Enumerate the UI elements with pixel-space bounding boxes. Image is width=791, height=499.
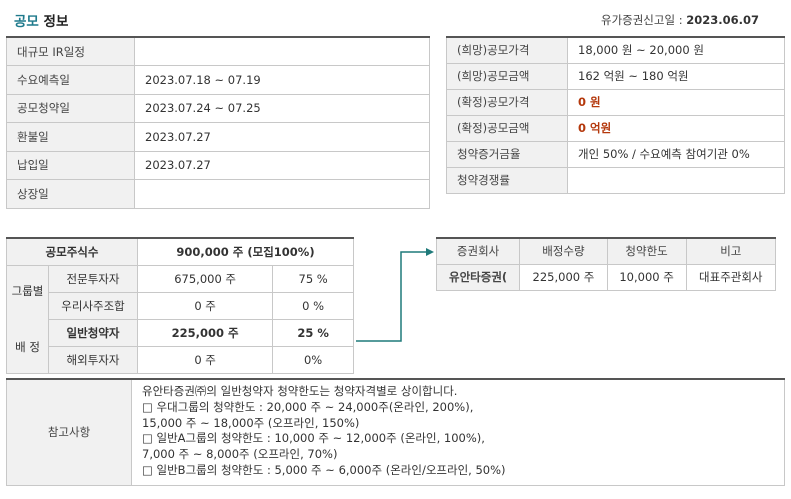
notes-table: 참고사항 유안타증권㈜의 일반청약자 청약한도는 청약자격별로 상이합니다. □… (6, 378, 785, 486)
broker-header: 배정수량 (519, 237, 608, 265)
notes-line: 15,000 주 ~ 18,000주 (오프라인, 150%) (142, 415, 360, 430)
notes-label: 참고사항 (6, 378, 132, 486)
table-row: 유안타증권( 225,000 주 10,000 주 대표주관회사 (435, 263, 777, 291)
notes-line: □ 우대그룹의 청약한도 : 20,000 주 ~ 24,000주(온라인, 2… (142, 399, 474, 414)
table-row: 증권회사 배정수량 청약한도 비고 (435, 237, 777, 265)
broker-header: 청약한도 (606, 237, 687, 265)
notes-line: 유안타증권㈜의 일반청약자 청약한도는 청약자격별로 상이합니다. (142, 384, 458, 398)
broker-header: 비고 (685, 237, 777, 265)
broker-note: 대표주관회사 (685, 263, 777, 291)
table-row: 참고사항 유안타증권㈜의 일반청약자 청약한도는 청약자격별로 상이합니다. □… (6, 378, 785, 486)
notes-line: □ 일반B그룹의 청약한도 : 5,000 주 ~ 6,000주 (온라인/오프… (142, 462, 506, 477)
notes-line: □ 일반A그룹의 청약한도 : 10,000 주 ~ 12,000주 (온라인,… (142, 431, 485, 446)
broker-header: 증권회사 (435, 237, 521, 265)
notes-line: 7,000 주 ~ 8,000주 (오프라인, 70%) (142, 447, 338, 462)
broker-table: 증권회사 배정수량 청약한도 비고 유안타증권( 225,000 주 10,00… (435, 237, 777, 291)
broker-quantity: 225,000 주 (519, 263, 608, 291)
broker-company: 유안타증권( (435, 263, 521, 291)
notes-body: 유안타증권㈜의 일반청약자 청약한도는 청약자격별로 상이합니다. □ 우대그룹… (131, 378, 785, 486)
broker-limit: 10,000 주 (606, 263, 687, 291)
